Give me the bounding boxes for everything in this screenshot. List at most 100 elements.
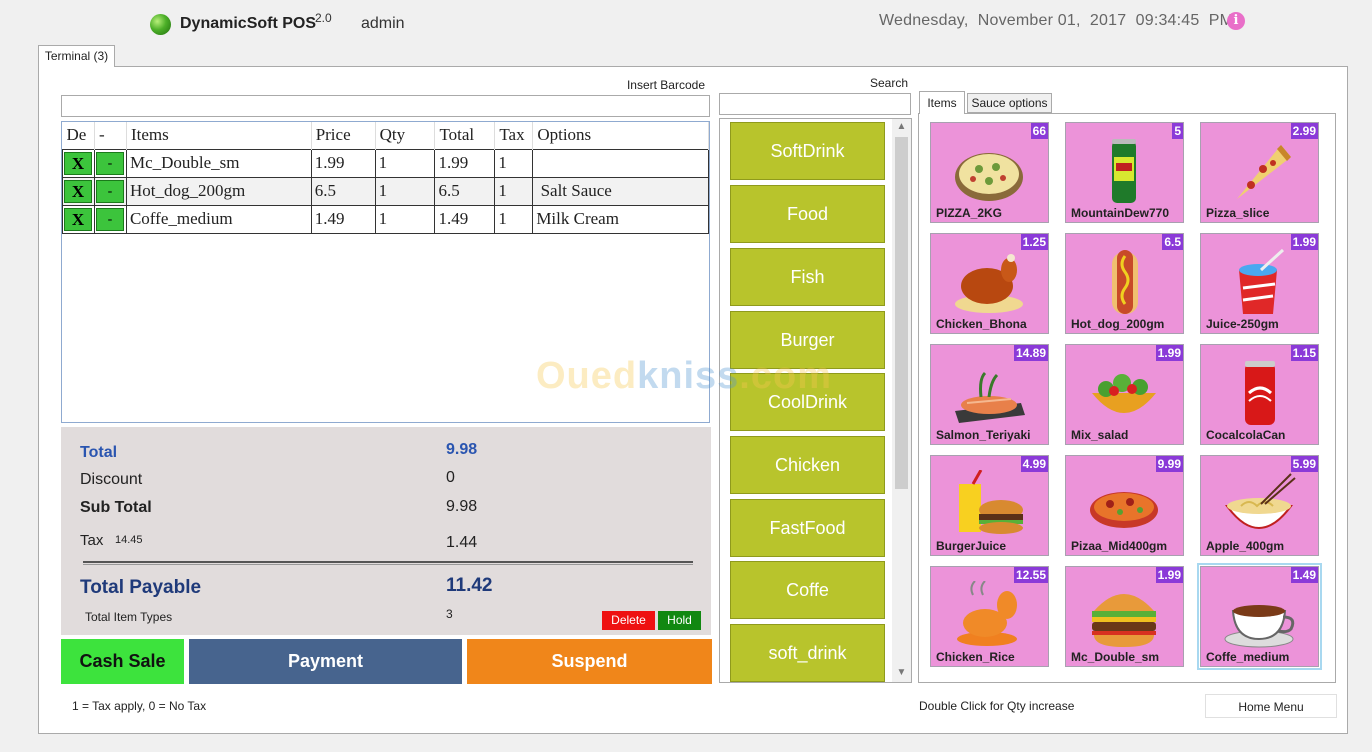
category-fish[interactable]: Fish bbox=[730, 248, 885, 306]
row-price: 1.49 bbox=[310, 204, 376, 234]
totals-panel: Total 9.98 Discount 0 Sub Total 9.98 Tax… bbox=[61, 427, 711, 635]
table-header-row: De - Items Price Qty Total Tax Options bbox=[62, 122, 709, 149]
delete-button[interactable]: Delete bbox=[602, 611, 655, 630]
delete-row-button[interactable]: X bbox=[64, 179, 92, 203]
item-types-value: 3 bbox=[446, 607, 453, 621]
item-tile[interactable]: 14.89 Salmon_Teriyaki bbox=[930, 344, 1049, 445]
category-chicken[interactable]: Chicken bbox=[730, 436, 885, 494]
row-options[interactable]: Salt Sauce bbox=[532, 176, 709, 206]
burger-icon bbox=[1092, 594, 1156, 647]
item-tile[interactable]: 9.99 Pizaa_Mid400gm bbox=[1065, 455, 1184, 556]
col-delete: De bbox=[62, 122, 95, 149]
row-tax: 1 bbox=[494, 176, 534, 206]
total-payable-value: 11.42 bbox=[446, 575, 493, 596]
chicken-leg-icon bbox=[957, 581, 1017, 646]
item-tile[interactable]: 1.49 Coffe_medium bbox=[1197, 563, 1322, 670]
item-tile[interactable]: 2.99 Pizza_slice bbox=[1200, 122, 1319, 223]
price-badge: 5 bbox=[1172, 123, 1183, 139]
row-qty[interactable]: 1 bbox=[374, 176, 436, 206]
row-tax: 1 bbox=[494, 204, 534, 234]
item-tile[interactable]: 6.5 Hot_dog_200gm bbox=[1065, 233, 1184, 334]
category-coffe[interactable]: Coffe bbox=[730, 561, 885, 619]
item-name: PIZZA_2KG bbox=[936, 206, 1003, 220]
item-name: BurgerJuice bbox=[936, 539, 1007, 553]
item-name: Salmon_Teriyaki bbox=[936, 428, 1031, 442]
row-options[interactable]: Milk Cream bbox=[532, 204, 709, 234]
pizza-slice-icon bbox=[1237, 145, 1291, 199]
search-input[interactable] bbox=[719, 93, 911, 115]
category-fastfood[interactable]: FastFood bbox=[730, 499, 885, 557]
user-name: admin bbox=[361, 15, 405, 32]
total-payable-label: Total Payable bbox=[80, 577, 202, 598]
item-tile[interactable]: 1.99 Mc_Double_sm bbox=[1065, 566, 1184, 667]
category-scrollbar[interactable]: ▲ ▼ bbox=[892, 119, 911, 682]
datetime: Wednesday, November 01, 2017 09:34:45 PM bbox=[879, 12, 1234, 29]
decrease-qty-button[interactable]: - bbox=[95, 151, 124, 175]
scroll-down-icon[interactable]: ▼ bbox=[892, 667, 911, 678]
cash-sale-button[interactable]: Cash Sale bbox=[61, 639, 184, 684]
item-tile[interactable]: 5 MountainDew770 bbox=[1065, 122, 1184, 223]
item-tile[interactable]: 4.99 BurgerJuice bbox=[930, 455, 1049, 556]
table-row[interactable]: X - Coffe_medium 1.49 1 1.49 1 Milk Crea… bbox=[62, 204, 709, 234]
decrease-qty-button[interactable]: - bbox=[95, 207, 124, 231]
home-menu-button[interactable]: Home Menu bbox=[1205, 694, 1337, 718]
row-item: Hot_dog_200gm bbox=[125, 176, 312, 206]
category-list: SoftDrink Food Fish Burger CoolDrink Chi… bbox=[719, 118, 912, 683]
payment-button[interactable]: Payment bbox=[189, 639, 462, 684]
hold-button[interactable]: Hold bbox=[658, 611, 701, 630]
barcode-input[interactable] bbox=[61, 95, 710, 117]
col-total: Total bbox=[434, 122, 496, 149]
row-price: 6.5 bbox=[310, 176, 376, 206]
delete-row-button[interactable]: X bbox=[64, 207, 92, 231]
tax-rate: 14.45 bbox=[115, 534, 143, 546]
scroll-thumb[interactable] bbox=[895, 137, 908, 489]
row-tax: 1 bbox=[494, 148, 534, 178]
roast-chicken-icon bbox=[955, 254, 1023, 313]
item-types-label: Total Item Types bbox=[85, 610, 173, 624]
item-name: Chicken_Rice bbox=[936, 650, 1015, 664]
barcode-label: Insert Barcode bbox=[626, 78, 705, 92]
scroll-up-icon[interactable]: ▲ bbox=[892, 121, 911, 132]
item-tile[interactable]: 12.55 Chicken_Rice bbox=[930, 566, 1049, 667]
item-tile[interactable]: 1.99 Mix_salad bbox=[1065, 344, 1184, 445]
table-row[interactable]: X - Mc_Double_sm 1.99 1 1.99 1 bbox=[62, 148, 709, 178]
info-icon[interactable]: i bbox=[1227, 12, 1245, 30]
row-options[interactable] bbox=[532, 148, 709, 178]
row-qty[interactable]: 1 bbox=[374, 204, 436, 234]
col-minus: - bbox=[94, 122, 127, 149]
tab-terminal[interactable]: Terminal (3) bbox=[38, 45, 115, 67]
category-softdrink[interactable]: SoftDrink bbox=[730, 122, 885, 180]
discount-value[interactable]: 0 bbox=[446, 469, 455, 487]
row-item: Coffe_medium bbox=[125, 204, 312, 234]
suspend-button[interactable]: Suspend bbox=[467, 639, 712, 684]
watermark-part: kniss bbox=[637, 355, 740, 397]
category-food[interactable]: Food bbox=[730, 185, 885, 243]
app-name: DynamicSoft POS bbox=[180, 15, 317, 32]
item-tile[interactable]: 5.99 Apple_400gm bbox=[1200, 455, 1319, 556]
tab-sauce-options[interactable]: Sauce options bbox=[967, 93, 1052, 113]
item-name: Juice-250gm bbox=[1206, 317, 1279, 331]
tab-items[interactable]: Items bbox=[919, 91, 965, 114]
item-tile[interactable]: 1.25 Chicken_Bhona bbox=[930, 233, 1049, 334]
category-soft-drink[interactable]: soft_drink bbox=[730, 624, 885, 682]
col-tax: Tax bbox=[494, 122, 534, 149]
pizza-icon bbox=[955, 153, 1023, 201]
item-tile[interactable]: 1.99 Juice-250gm bbox=[1200, 233, 1319, 334]
decrease-qty-button[interactable]: - bbox=[95, 179, 124, 203]
col-qty: Qty bbox=[375, 122, 436, 149]
item-name: MountainDew770 bbox=[1071, 206, 1170, 220]
row-total: 6.5 bbox=[434, 176, 496, 206]
item-tile[interactable]: 66 PIZZA_2KG bbox=[930, 122, 1049, 223]
item-tile[interactable]: 1.15 CocalcolaCan bbox=[1200, 344, 1319, 445]
subtotal-label: Sub Total bbox=[80, 499, 152, 516]
row-qty[interactable]: 1 bbox=[374, 148, 436, 178]
table-row[interactable]: X - Hot_dog_200gm 6.5 1 6.5 1 Salt Sauce bbox=[62, 176, 709, 206]
coffee-cup-icon bbox=[1224, 605, 1295, 648]
separator-line bbox=[83, 561, 693, 565]
item-name: Apple_400gm bbox=[1206, 539, 1285, 553]
watermark-part: Oued bbox=[536, 355, 638, 397]
item-name: Hot_dog_200gm bbox=[1071, 317, 1165, 331]
watermark: Ouedkniss.com bbox=[536, 355, 832, 398]
delete-row-button[interactable]: X bbox=[64, 151, 92, 175]
salad-icon bbox=[1092, 374, 1156, 413]
